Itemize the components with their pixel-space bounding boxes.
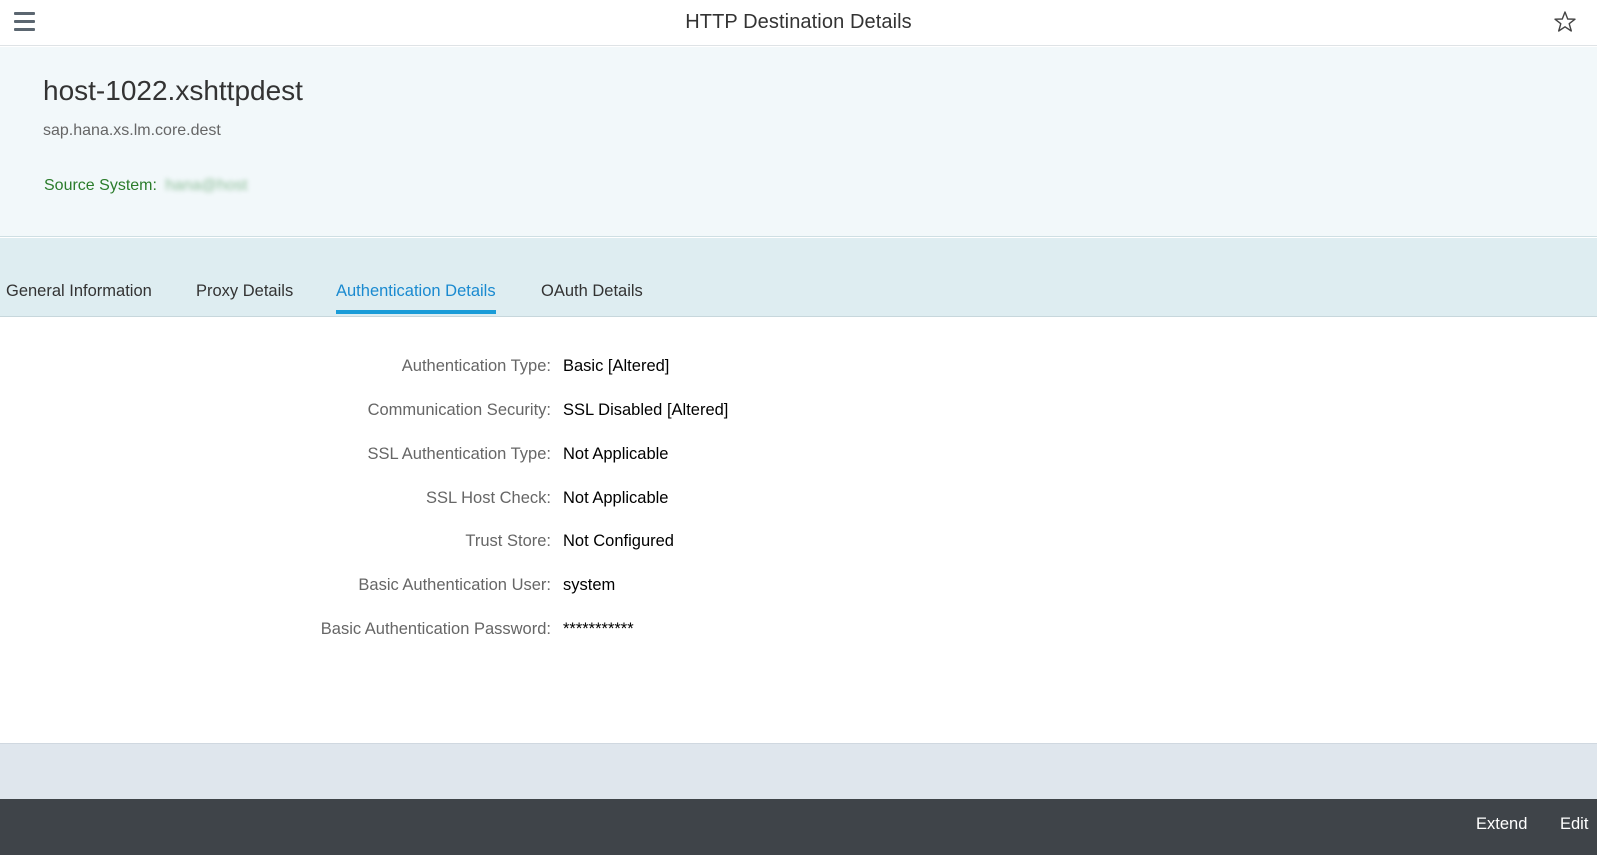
source-system-label: Source System: [44,177,157,194]
form-row-ssl-host-check: SSL Host Check: Not Applicable [0,489,1597,513]
field-label: Basic Authentication Password: [320,620,551,638]
field-value: system [563,576,616,594]
field-label: Trust Store: [465,532,551,550]
content-footer-band [0,743,1597,799]
source-system-value: hana@host [165,177,248,194]
shell-header: HTTP Destination Details [0,0,1597,46]
field-value: Not Configured [563,532,674,550]
object-header: host-1022.xshttpdest sap.hana.xs.lm.core… [0,47,1597,237]
field-label: SSL Authentication Type: [367,445,551,463]
form-row-ssl-authentication-type: SSL Authentication Type: Not Applicable [0,445,1597,469]
field-label: Authentication Type: [401,357,551,375]
tab-authentication-details[interactable]: Authentication Details [336,282,496,314]
form-row-trust-store: Trust Store: Not Configured [0,532,1597,556]
form-row-communication-security: Communication Security: SSL Disabled [Al… [0,401,1597,425]
field-value: Not Applicable [563,445,669,463]
form-row-basic-auth-password: Basic Authentication Password: *********… [0,620,1597,644]
field-label: Basic Authentication User: [358,576,551,594]
object-subtitle: sap.hana.xs.lm.core.dest [43,122,221,139]
tab-general-information[interactable]: General Information [6,282,152,314]
form-row-basic-auth-user: Basic Authentication User: system [0,576,1597,600]
field-value: Not Applicable [563,489,669,507]
edit-button[interactable]: Edit [1560,815,1588,834]
extend-button[interactable]: Extend [1476,815,1527,834]
star-icon[interactable] [1553,10,1577,34]
source-system: Source System: hana@host [44,177,247,195]
authentication-details-form: Authentication Type: Basic [Altered] Com… [0,317,1597,743]
page-title: HTTP Destination Details [685,11,912,33]
form-row-authentication-type: Authentication Type: Basic [Altered] [0,357,1597,381]
field-value: SSL Disabled [Altered] [563,401,729,419]
tab-proxy-details[interactable]: Proxy Details [196,282,293,314]
field-label: Communication Security: [367,401,551,419]
footer-toolbar: Extend Edit [0,799,1597,855]
object-title: host-1022.xshttpdest [43,75,303,106]
tab-oauth-details[interactable]: OAuth Details [541,282,643,314]
field-value: Basic [Altered] [563,357,670,375]
field-label: SSL Host Check: [425,489,551,507]
tab-bar: General Information Proxy Details Authen… [0,238,1597,317]
field-value: *********** [563,620,634,638]
